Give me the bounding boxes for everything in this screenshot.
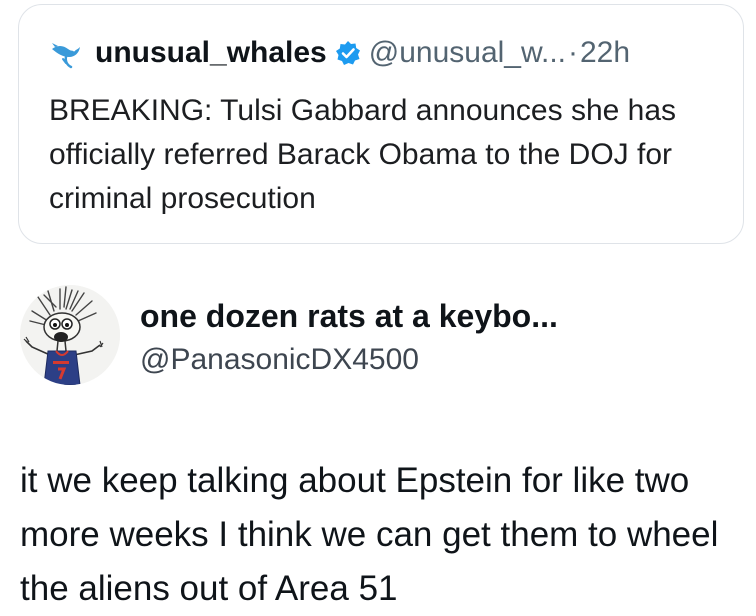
verified-badge-icon: [335, 40, 361, 66]
quoted-author-handle[interactable]: @unusual_w...: [369, 35, 566, 71]
post-text: it we keep talking about Epstein for lik…: [20, 461, 719, 608]
cartoon-avatar-icon[interactable]: [20, 285, 120, 385]
whale-logo-icon[interactable]: [49, 35, 85, 71]
quoted-post-card[interactable]: unusual_whales @unusual_w... · 22h BREAK…: [18, 4, 744, 244]
quoted-post-text: BREAKING: Tulsi Gabbard announces she ha…: [49, 94, 677, 215]
quoted-post-timestamp[interactable]: 22h: [580, 35, 630, 71]
separator-dot: ·: [568, 36, 578, 69]
post-author-name[interactable]: one dozen rats at a keybo...: [140, 296, 558, 336]
post-author-handle[interactable]: @PanasonicDX4500: [140, 340, 419, 380]
quoted-post-header: unusual_whales @unusual_w... · 22h: [49, 35, 630, 71]
quoted-author-name[interactable]: unusual_whales: [95, 35, 327, 71]
